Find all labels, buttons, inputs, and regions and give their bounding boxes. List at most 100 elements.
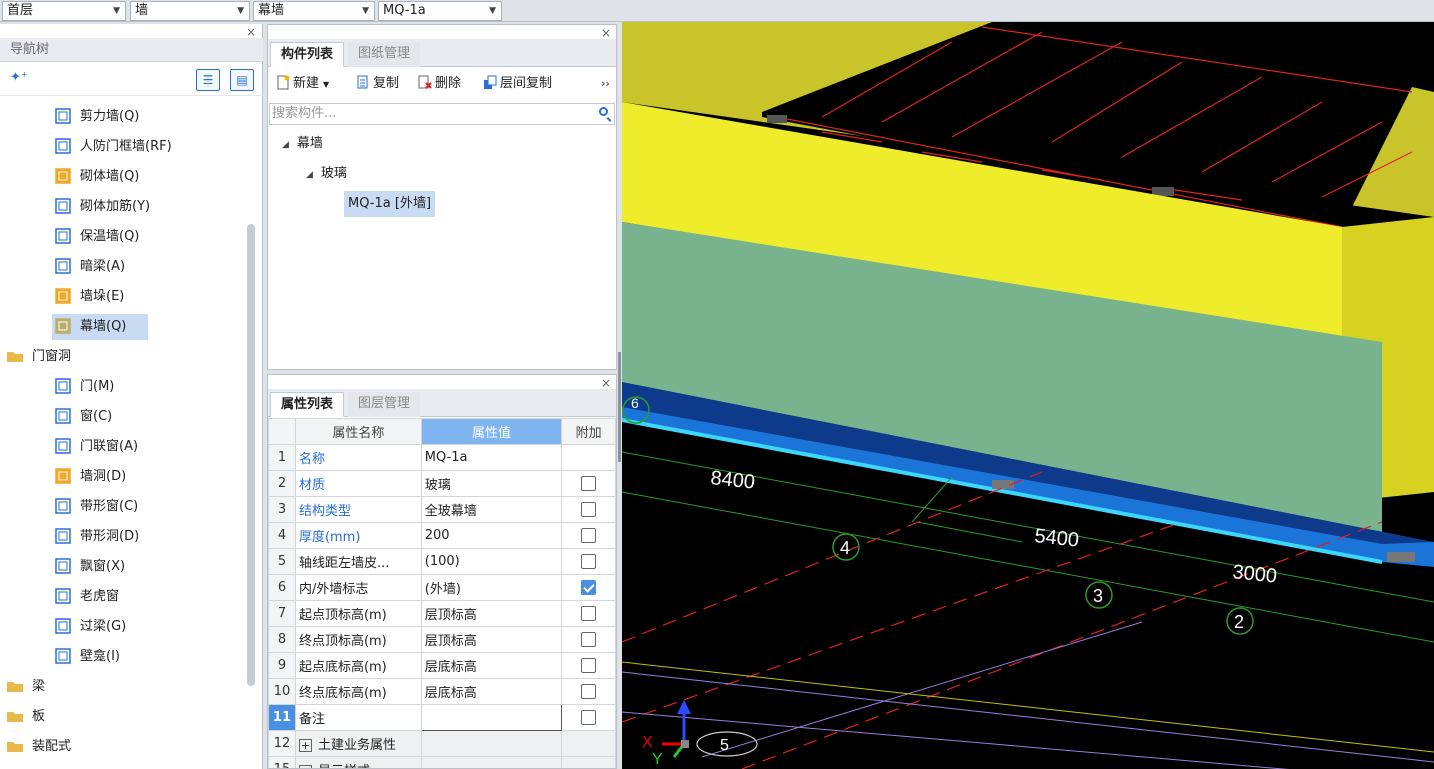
nav-item[interactable]: 带形窗(C) — [54, 494, 138, 520]
property-row[interactable]: 15+ 显示样式 — [268, 756, 616, 768]
window-icon — [54, 407, 72, 424]
property-row[interactable]: 11 备注 — [268, 704, 616, 731]
expand-plus-icon[interactable]: + — [298, 765, 312, 768]
nav-item[interactable]: 人防门框墙(RF) — [54, 134, 172, 160]
extra-checkbox[interactable] — [581, 528, 597, 543]
nav-item[interactable]: 幕墙(Q) — [52, 314, 149, 340]
property-value[interactable]: (100) — [420, 548, 563, 575]
axis-marker-5[interactable]: 5 — [696, 731, 758, 757]
nav-item[interactable]: 砌体墙(Q) — [54, 164, 139, 190]
component-select[interactable]: MQ-1a ▼ — [378, 1, 502, 21]
search-icon[interactable] — [599, 107, 608, 116]
3d-viewport[interactable]: 8400 5400 3000 4 3 2 6 5 X Y — [622, 22, 1434, 769]
nav-item[interactable]: 砌体加筋(Y) — [54, 194, 150, 220]
property-value[interactable]: 玻璃 — [420, 470, 563, 497]
viewport-canvas[interactable]: 8400 5400 3000 4 3 2 6 5 X Y — [622, 22, 1434, 769]
tree-node-glass[interactable]: ◢ 玻璃 — [306, 161, 347, 187]
nav-item[interactable]: 窗(C) — [54, 404, 112, 430]
tab-property-list[interactable]: 属性列表 — [270, 392, 345, 417]
expand-triangle-icon[interactable]: ◢ — [306, 170, 313, 180]
type-select[interactable]: 幕墙 ▼ — [253, 1, 375, 21]
nav-item[interactable]: 剪力墙(Q) — [54, 104, 139, 130]
category-select[interactable]: 墙 ▼ — [130, 1, 250, 21]
nav-item[interactable]: 墙洞(D) — [54, 464, 126, 490]
extra-checkbox[interactable] — [581, 606, 597, 621]
property-value-header[interactable]: 属性值 — [420, 418, 563, 445]
tab-component-list[interactable]: 构件列表 — [270, 42, 345, 67]
extra-checkbox[interactable] — [581, 580, 597, 595]
property-row[interactable]: 8 终点顶标高(m) 层顶标高 — [268, 626, 616, 653]
property-row[interactable]: 3 结构类型 全玻幕墙 — [268, 496, 616, 523]
nav-item[interactable]: 壁龛(I) — [54, 644, 120, 670]
axis-marker-3[interactable]: 3 — [1085, 581, 1113, 609]
close-icon[interactable]: × — [246, 25, 256, 39]
property-row[interactable]: 4 厚度(mm) 200 — [268, 522, 616, 549]
nav-item-label: 剪力墙(Q) — [80, 109, 140, 124]
property-value[interactable] — [420, 730, 563, 757]
extra-checkbox[interactable] — [581, 684, 597, 699]
property-row[interactable]: 5 轴线距左墙皮... (100) — [268, 548, 616, 575]
nav-item[interactable]: 门联窗(A) — [54, 434, 138, 460]
tab-layer-management[interactable]: 图层管理 — [348, 392, 421, 417]
floor-select[interactable]: 首层 ▼ — [2, 1, 126, 21]
floor-copy-button[interactable]: 层间复制 — [483, 73, 552, 95]
property-value[interactable]: 层底标高 — [420, 652, 563, 679]
nav-item[interactable]: 保温墙(Q) — [54, 224, 139, 250]
component-search-input[interactable]: 搜索构件... — [269, 103, 615, 125]
property-row[interactable]: 12 + 土建业务属性 — [268, 730, 616, 757]
property-value[interactable] — [420, 756, 563, 768]
tree-node-curtain-wall[interactable]: ◢ 幕墙 — [282, 131, 323, 157]
property-row[interactable]: 2 材质 玻璃 — [268, 470, 616, 497]
property-row[interactable]: 7 起点顶标高(m) 层顶标高 — [268, 600, 616, 627]
extra-checkbox[interactable] — [581, 554, 597, 569]
more-button[interactable]: ›› — [601, 73, 610, 95]
property-value[interactable] — [420, 704, 563, 731]
expand-plus-icon[interactable]: + — [298, 739, 312, 752]
nav-item[interactable]: 梁 — [6, 674, 45, 700]
property-value[interactable]: MQ-1a — [420, 444, 563, 471]
nav-item-label: 过梁(G) — [80, 619, 127, 634]
property-value[interactable]: (外墙) — [420, 574, 563, 601]
property-value[interactable]: 全玻幕墙 — [420, 496, 563, 523]
nav-item[interactable]: 带形洞(D) — [54, 524, 139, 550]
nav-item[interactable]: 门(M) — [54, 374, 114, 400]
nav-item[interactable]: 墙垛(E) — [54, 284, 124, 310]
expand-triangle-icon[interactable]: ◢ — [282, 140, 289, 150]
new-button[interactable]: 新建 ▼ — [276, 73, 329, 95]
tree-node-mq-1a[interactable]: MQ-1a [外墙] — [344, 191, 436, 217]
extra-checkbox[interactable] — [581, 502, 597, 517]
property-row[interactable]: 1 名称 MQ-1a — [268, 444, 616, 471]
property-value[interactable]: 层顶标高 — [420, 626, 563, 653]
nav-scrollbar[interactable] — [247, 224, 255, 686]
property-extra-cell — [561, 548, 616, 575]
property-row[interactable]: 9 起点底标高(m) 层底标高 — [268, 652, 616, 679]
extra-checkbox[interactable] — [581, 710, 597, 725]
close-icon[interactable]: × — [601, 26, 611, 40]
nav-item[interactable]: 暗梁(A) — [54, 254, 125, 280]
nav-item[interactable]: 门窗洞 — [6, 344, 71, 370]
card-view-icon[interactable]: ▤ — [230, 69, 254, 91]
tab-drawing-management[interactable]: 图纸管理 — [348, 42, 421, 67]
nav-item[interactable]: 过梁(G) — [54, 614, 126, 640]
property-row[interactable]: 6 内/外墙标志 (外墙) — [268, 574, 616, 601]
delete-button[interactable]: 删除 — [418, 73, 461, 95]
property-value[interactable]: 层顶标高 — [420, 600, 563, 627]
nav-item[interactable]: 老虎窗 — [54, 584, 119, 610]
property-value[interactable]: 200 — [420, 522, 563, 549]
property-row[interactable]: 10 终点底标高(m) 层底标高 — [268, 678, 616, 705]
close-icon[interactable]: × — [601, 376, 611, 390]
extra-checkbox[interactable] — [581, 632, 597, 647]
extra-checkbox[interactable] — [581, 658, 597, 673]
splitter-grip[interactable] — [618, 352, 621, 462]
nav-item[interactable]: 装配式 — [6, 734, 71, 760]
extra-checkbox[interactable] — [581, 476, 597, 491]
add-sparkle-icon[interactable]: ✦⁺ — [10, 70, 28, 85]
axis-gizmo[interactable]: X Y — [642, 700, 691, 768]
nav-item[interactable]: 板 — [6, 704, 45, 730]
axis-marker-4[interactable]: 4 — [832, 533, 860, 561]
list-view-icon[interactable]: ☰ — [196, 69, 220, 91]
property-value[interactable]: 层底标高 — [420, 678, 563, 705]
axis-marker-2[interactable]: 2 — [1226, 607, 1254, 635]
nav-item[interactable]: 飘窗(X) — [54, 554, 125, 580]
copy-button[interactable]: 复制 — [356, 73, 399, 95]
